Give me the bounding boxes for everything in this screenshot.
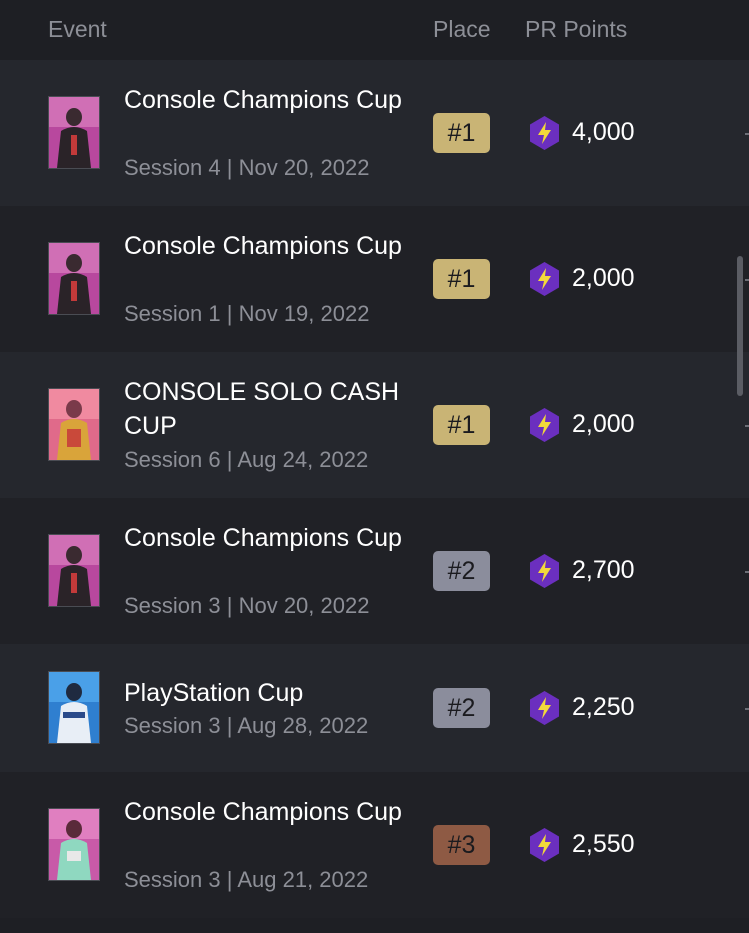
place-badge: #2 (433, 688, 490, 728)
event-session: Session 6 (124, 447, 221, 472)
event-session-date: Session 1 | Nov 19, 2022 (124, 301, 370, 326)
event-title[interactable]: Console Champions Cup (124, 795, 404, 829)
event-session-date: Session 6 | Aug 24, 2022 (124, 447, 369, 472)
event-thumbnail (48, 96, 100, 169)
lightning-hexagon-icon (530, 408, 559, 442)
place-badge: #1 (433, 405, 490, 445)
table-row[interactable]: Console Champions Cup Session 1 | Nov 19… (0, 206, 749, 352)
event-title[interactable]: PlayStation Cup (124, 676, 404, 710)
scrollbar-thumb[interactable] (737, 256, 743, 396)
place-badge: #1 (433, 259, 490, 299)
pr-points-value: 2,250 (572, 693, 635, 721)
clipped-column-mark (745, 133, 749, 135)
column-header-pr-points[interactable]: PR Points (525, 14, 627, 44)
event-session: Session 1 (124, 301, 221, 326)
event-date: Nov 20, 2022 (238, 593, 370, 618)
pr-points-value: 2,000 (572, 410, 635, 438)
event-date: Aug 24, 2022 (237, 447, 369, 472)
table-header: Event Place PR Points (0, 0, 749, 60)
event-results-table: Event Place PR Points Console Champions … (0, 0, 749, 933)
lightning-hexagon-icon (530, 554, 559, 588)
event-session-date: Session 3 | Nov 20, 2022 (124, 593, 370, 618)
table-row[interactable]: Console Champions Cup Session 3 | Aug 21… (0, 772, 749, 918)
event-date: Nov 19, 2022 (238, 301, 370, 326)
event-thumbnail (48, 808, 100, 881)
event-session-date: Session 3 | Aug 28, 2022 (124, 713, 369, 738)
event-session-date: Session 4 | Nov 20, 2022 (124, 155, 370, 180)
event-title[interactable]: CONSOLE SOLO CASH CUP (124, 375, 404, 443)
place-badge: #1 (433, 113, 490, 153)
event-thumbnail (48, 534, 100, 607)
event-thumbnail (48, 388, 100, 461)
lightning-hexagon-icon (530, 691, 559, 725)
clipped-column-mark (745, 279, 749, 281)
event-session-date: Session 3 | Aug 21, 2022 (124, 867, 369, 892)
event-date: Nov 20, 2022 (238, 155, 370, 180)
event-date: Aug 21, 2022 (237, 867, 369, 892)
clipped-column-mark (745, 425, 749, 427)
event-title[interactable]: Console Champions Cup (124, 229, 404, 263)
pr-points-value: 4,000 (572, 118, 635, 146)
event-session: Session 3 (124, 867, 221, 892)
table-row[interactable]: CONSOLE SOLO CASH CUP Session 6 | Aug 24… (0, 352, 749, 498)
pr-points-value: 2,700 (572, 556, 635, 584)
event-title[interactable]: Console Champions Cup (124, 521, 404, 555)
place-badge: #3 (433, 825, 490, 865)
event-thumbnail (48, 671, 100, 744)
column-header-place[interactable]: Place (433, 14, 491, 44)
event-session: Session 3 (124, 713, 221, 738)
event-title[interactable]: Console Champions Cup (124, 83, 404, 117)
table-row[interactable]: Console Champions Cup Session 3 | Nov 20… (0, 498, 749, 644)
lightning-hexagon-icon (530, 828, 559, 862)
lightning-hexagon-icon (530, 262, 559, 296)
column-header-event[interactable]: Event (48, 14, 107, 44)
lightning-hexagon-icon (530, 116, 559, 150)
pr-points-value: 2,550 (572, 830, 635, 858)
table-row[interactable]: PlayStation Cup Session 3 | Aug 28, 2022… (0, 644, 749, 772)
event-thumbnail (48, 242, 100, 315)
place-badge: #2 (433, 551, 490, 591)
clipped-column-mark (745, 571, 749, 573)
clipped-column-mark (745, 708, 749, 710)
event-session: Session 3 (124, 593, 221, 618)
event-date: Aug 28, 2022 (237, 713, 369, 738)
event-session: Session 4 (124, 155, 221, 180)
pr-points-value: 2,000 (572, 264, 635, 292)
table-row[interactable]: Console Champions Cup Session 4 | Nov 20… (0, 60, 749, 206)
